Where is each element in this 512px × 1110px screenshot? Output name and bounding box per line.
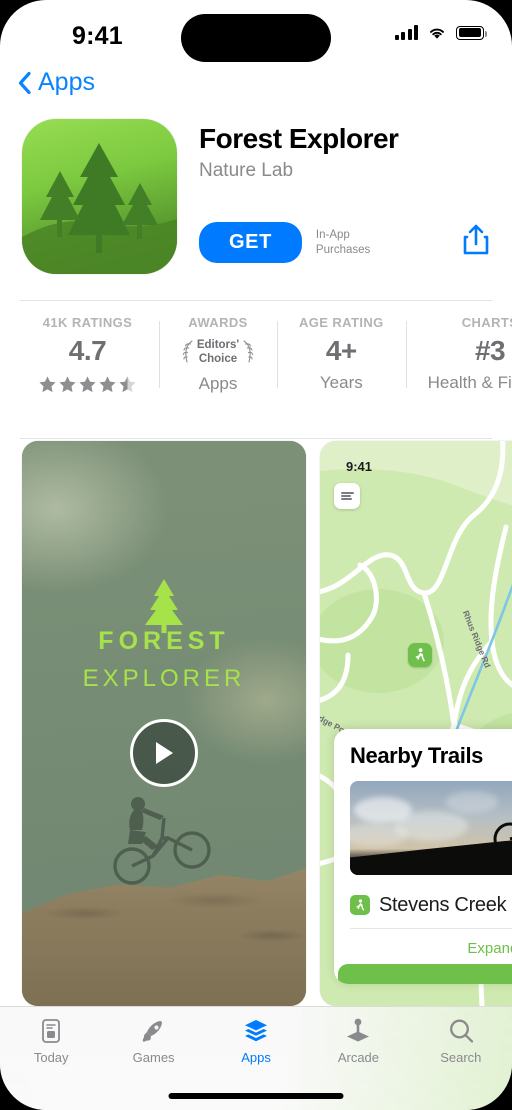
- stat-value: #3: [474, 335, 506, 366]
- back-label: Apps: [38, 68, 95, 96]
- app-actions: GET In-App Purchases: [199, 222, 492, 263]
- stat-charts[interactable]: CHARTS #3 Health & Fitness: [405, 315, 512, 394]
- dynamic-island: [181, 14, 331, 62]
- screenshot-video-preview[interactable]: FOREST EXPLORER: [22, 441, 306, 1006]
- award-text: Editors' Choice: [196, 338, 240, 365]
- tab-label: Search: [440, 1050, 482, 1065]
- status-bar: 9:41: [0, 0, 512, 62]
- wifi-icon: [429, 28, 445, 39]
- stat-value: 4+: [325, 335, 357, 366]
- map-background: 9:41 Rhus Ridge Rd Ridge Pond Ln N: [320, 441, 512, 1006]
- nearby-trails-card: Nearby Trails Stevens Creek Expan: [334, 729, 512, 984]
- walking-person-icon: [356, 898, 365, 911]
- tab-today[interactable]: Today: [0, 1017, 102, 1065]
- stats-divider: [20, 438, 492, 439]
- status-bar-indicators: [394, 25, 488, 40]
- battery-full-icon: [456, 25, 488, 40]
- tab-bar: Today Games Apps Arcade Search: [0, 1006, 512, 1110]
- trail-map-pin[interactable]: [408, 643, 432, 667]
- star-rating: [38, 375, 137, 394]
- stat-age-rating[interactable]: AGE RATING 4+ Years: [277, 315, 406, 394]
- stats-bar: 41K RATINGS 4.7 AWARDS Editors' Choice A…: [16, 301, 512, 412]
- app-header: Forest Explorer Nature Lab GET In-App Pu…: [0, 105, 512, 274]
- hero-title: FOREST: [98, 627, 230, 655]
- pine-tree-icon: [145, 579, 183, 633]
- nearby-trails-title: Nearby Trails: [350, 743, 483, 768]
- star-icon: [99, 376, 116, 393]
- share-button[interactable]: [462, 224, 492, 261]
- tab-label: Today: [33, 1050, 69, 1065]
- magnifier-icon: [449, 1019, 473, 1043]
- stat-sub: Health & Fitness: [427, 373, 512, 392]
- tab-label: Games: [132, 1050, 175, 1065]
- share-icon: [463, 224, 489, 255]
- list-lines-icon[interactable]: [334, 483, 360, 509]
- stat-sub: Years: [319, 373, 363, 392]
- star-half-icon: [119, 376, 136, 393]
- star-icon: [59, 376, 76, 393]
- laurel-left-icon: [182, 340, 193, 363]
- stat-awards[interactable]: AWARDS Editors' Choice Apps: [159, 315, 277, 394]
- hero-background: FOREST EXPLORER: [22, 441, 306, 1006]
- stat-sub: Apps: [198, 374, 238, 393]
- rocket-icon: [142, 1021, 162, 1042]
- biker-silhouette: [493, 822, 512, 856]
- trail-name: Stevens Creek: [379, 894, 507, 916]
- play-icon: [156, 742, 173, 764]
- screenshot-map-preview[interactable]: 9:41 Rhus Ridge Rd Ridge Pond Ln N: [320, 441, 512, 1006]
- trails-action-bar[interactable]: [338, 964, 512, 984]
- in-app-purchases-label: In-App Purchases: [315, 229, 371, 256]
- stat-label: AWARDS: [188, 315, 248, 330]
- app-meta: Forest Explorer Nature Lab GET In-App Pu…: [177, 119, 492, 274]
- tab-label: Arcade: [337, 1050, 380, 1065]
- tab-search[interactable]: Search: [410, 1017, 512, 1065]
- status-bar-time: 9:41: [72, 22, 123, 50]
- today-card-icon: [42, 1019, 61, 1043]
- tab-apps[interactable]: Apps: [205, 1017, 307, 1065]
- tab-label: Apps: [241, 1050, 271, 1065]
- stat-ratings[interactable]: 41K RATINGS 4.7: [16, 315, 159, 394]
- navigation-bar: Apps: [0, 62, 512, 105]
- editors-choice-badge: Editors' Choice: [181, 336, 255, 368]
- home-indicator: [168, 1093, 344, 1099]
- hero-subtitle: EXPLORER: [82, 665, 246, 692]
- joystick-icon: [347, 1018, 370, 1042]
- star-icon: [39, 376, 56, 393]
- stacked-layers-icon: [245, 1020, 268, 1042]
- get-button[interactable]: GET: [199, 222, 302, 263]
- tab-games[interactable]: Games: [102, 1017, 204, 1065]
- stat-label: AGE RATING: [299, 315, 384, 330]
- back-to-apps-button[interactable]: Apps: [18, 68, 95, 97]
- laurel-right-icon: [243, 340, 254, 363]
- mountain-biker-silhouette: [113, 797, 211, 885]
- screenshot-gallery[interactable]: FOREST EXPLORER 9:41 Rhus Ridge Rd Ridge…: [0, 441, 512, 1006]
- trail-list-item[interactable]: Stevens Creek Distance 2.4MI: [350, 875, 512, 928]
- stat-label: 41K RATINGS: [42, 315, 133, 330]
- chevron-left-icon: [18, 71, 31, 94]
- mountain-biker-silhouette-photo: [350, 781, 512, 875]
- walking-person-icon: [415, 647, 425, 662]
- stat-value: 4.7: [68, 335, 107, 366]
- app-title: Forest Explorer: [199, 123, 399, 154]
- walking-person-badge-icon: [350, 895, 370, 915]
- cellular-bars-icon: [394, 25, 418, 40]
- play-button[interactable]: [130, 719, 198, 787]
- map-status-time: 9:41: [346, 459, 373, 474]
- expand-search-button[interactable]: Expand Search: [350, 929, 512, 957]
- stat-label: CHARTS: [461, 315, 512, 330]
- app-developer: Nature Lab: [199, 160, 294, 181]
- forest-trees-app-icon: [22, 119, 177, 274]
- star-icon: [79, 376, 96, 393]
- iphone-screen: 9:41 Apps Forest Explorer Nature Lab GET…: [0, 0, 512, 1110]
- tab-arcade[interactable]: Arcade: [307, 1017, 409, 1065]
